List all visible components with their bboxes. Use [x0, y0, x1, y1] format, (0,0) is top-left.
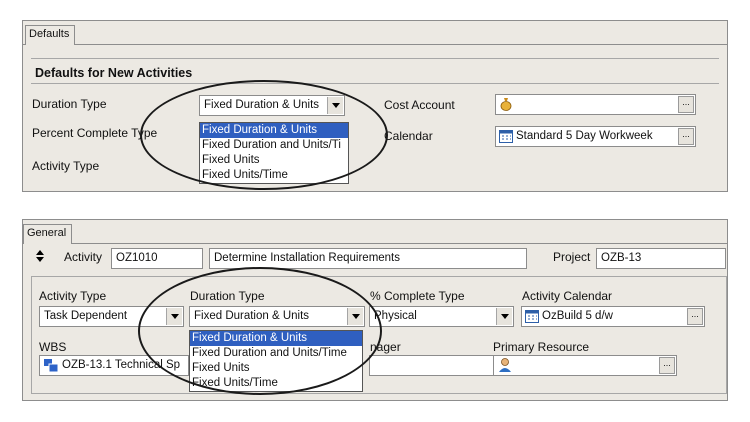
- section-title: Defaults for New Activities: [35, 66, 193, 80]
- activity-label: Activity: [64, 250, 103, 264]
- arrow-down-icon[interactable]: [36, 257, 44, 262]
- primary-resource-browse-button[interactable]: ...: [659, 357, 675, 374]
- dropdown-arrow-button[interactable]: [166, 308, 182, 325]
- wbs-field[interactable]: OZB-13.1 Technical Sp: [39, 355, 189, 376]
- tab-divider: [23, 243, 727, 244]
- tab-defaults[interactable]: Defaults: [25, 25, 76, 45]
- duration-type-dropdown: Fixed Duration & Units Fixed Duration an…: [199, 122, 349, 184]
- duration-type-select[interactable]: Fixed Duration & Units: [199, 95, 345, 116]
- calendar-field[interactable]: Standard 5 Day Workweek ...: [495, 126, 696, 147]
- wbs-label: WBS: [39, 340, 67, 354]
- calendar-icon: [499, 130, 513, 146]
- money-bag-icon: [500, 97, 512, 114]
- calendar-icon: [525, 310, 539, 326]
- duration-type-label: Duration Type: [190, 289, 265, 303]
- dropdown-arrow-button[interactable]: [347, 308, 363, 325]
- dropdown-option[interactable]: Fixed Units: [190, 361, 362, 376]
- responsible-manager-label: nager: [370, 340, 401, 354]
- chevron-down-icon: [331, 103, 340, 108]
- dropdown-arrow-button[interactable]: [327, 97, 343, 114]
- dropdown-option[interactable]: Fixed Duration & Units: [190, 331, 362, 346]
- activity-stepper[interactable]: [33, 248, 47, 270]
- duration-type-value: Fixed Duration & Units: [194, 310, 310, 322]
- activity-type-label: Activity Type: [32, 159, 100, 173]
- duration-type-select[interactable]: Fixed Duration & Units: [189, 306, 365, 327]
- section-divider: [31, 83, 719, 84]
- chevron-down-icon: [351, 314, 360, 319]
- calendar-browse-button[interactable]: ...: [678, 128, 694, 145]
- activity-type-select[interactable]: Task Dependent: [39, 306, 184, 327]
- cost-account-label: Cost Account: [384, 98, 455, 112]
- duration-type-dropdown: Fixed Duration & Units Fixed Duration an…: [189, 330, 363, 392]
- activity-id-field[interactable]: OZ1010: [111, 248, 203, 269]
- activity-type-label: Activity Type: [39, 289, 107, 303]
- cost-account-field[interactable]: ...: [495, 94, 696, 115]
- dropdown-option[interactable]: Fixed Units/Time: [190, 376, 362, 391]
- dropdown-option[interactable]: Fixed Duration & Units: [200, 123, 348, 138]
- dropdown-option[interactable]: Fixed Duration and Units/Time: [190, 346, 362, 361]
- arrow-up-icon[interactable]: [36, 250, 44, 255]
- wbs-value: OZB-13.1 Technical Sp: [62, 359, 181, 371]
- activity-calendar-field[interactable]: OzBuild 5 d/w ...: [521, 306, 705, 327]
- project-field[interactable]: OZB-13: [596, 248, 726, 269]
- user-icon: [498, 357, 512, 375]
- defaults-panel: Defaults Defaults for New Activities Dur…: [22, 20, 728, 192]
- percent-complete-type-select[interactable]: Physical: [369, 306, 514, 327]
- activity-calendar-browse-button[interactable]: ...: [687, 308, 703, 325]
- wbs-icon: [44, 359, 59, 375]
- duration-type-label: Duration Type: [32, 97, 107, 111]
- tab-divider: [23, 44, 727, 45]
- primary-resource-field[interactable]: ...: [493, 355, 677, 376]
- percent-complete-type-label: % Complete Type: [370, 289, 465, 303]
- section-divider-top: [31, 58, 719, 59]
- activity-name-field[interactable]: Determine Installation Requirements: [209, 248, 527, 269]
- project-label: Project: [553, 250, 591, 264]
- chevron-down-icon: [500, 314, 509, 319]
- general-panel: General Activity OZ1010 Determine Instal…: [22, 219, 728, 401]
- tab-general[interactable]: General: [23, 224, 73, 244]
- primary-resource-label: Primary Resource: [493, 340, 590, 354]
- activity-calendar-value: OzBuild 5 d/w: [542, 310, 613, 322]
- percent-complete-type-value: Physical: [374, 310, 417, 322]
- dropdown-option[interactable]: Fixed Units/Time: [200, 168, 348, 183]
- calendar-value: Standard 5 Day Workweek: [516, 130, 653, 142]
- dropdown-option[interactable]: Fixed Units: [200, 153, 348, 168]
- dropdown-option[interactable]: Fixed Duration and Units/Ti: [200, 138, 348, 153]
- dropdown-arrow-button[interactable]: [496, 308, 512, 325]
- percent-complete-type-label: Percent Complete Type: [32, 126, 158, 140]
- activity-calendar-label: Activity Calendar: [522, 289, 613, 303]
- activity-type-value: Task Dependent: [44, 310, 128, 322]
- cost-account-browse-button[interactable]: ...: [678, 96, 694, 113]
- chevron-down-icon: [170, 314, 179, 319]
- calendar-label: Calendar: [384, 129, 433, 143]
- duration-type-value: Fixed Duration & Units: [204, 99, 320, 111]
